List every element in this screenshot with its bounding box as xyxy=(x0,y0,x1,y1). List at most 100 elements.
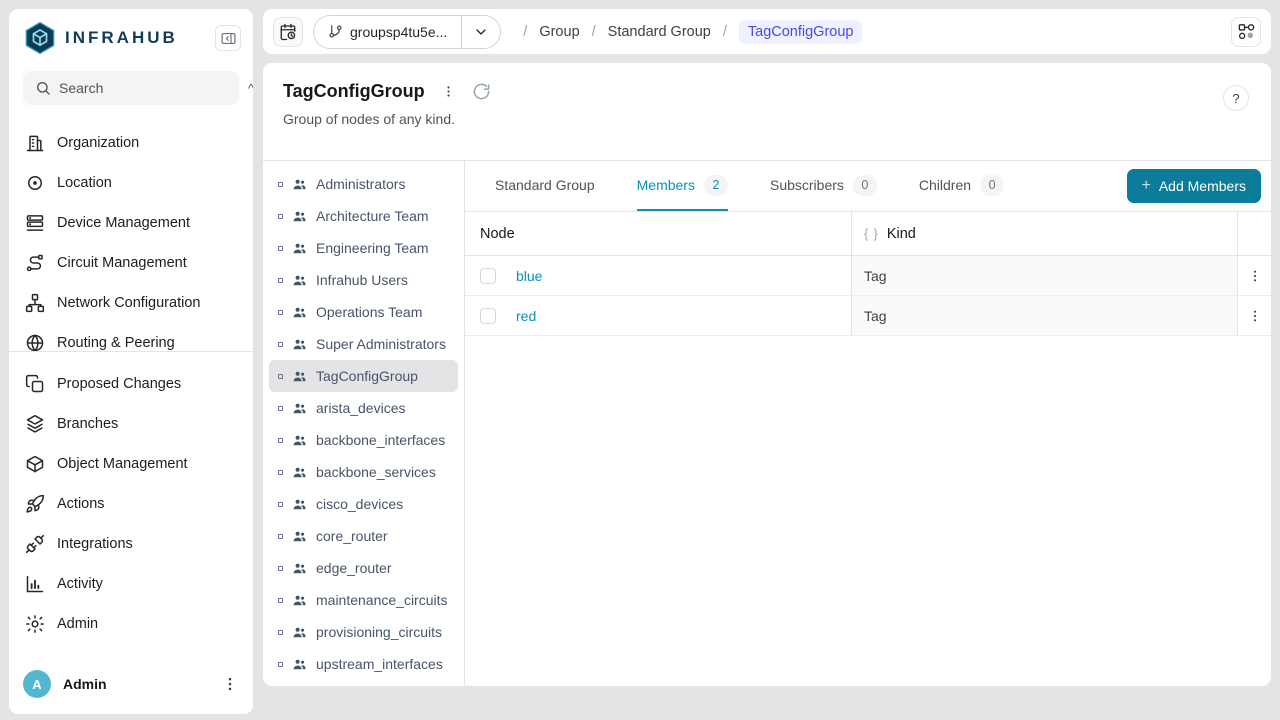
sidebar-item-network-configuration[interactable]: Network Configuration xyxy=(17,283,245,323)
sidebar-item-admin[interactable]: Admin xyxy=(17,604,245,644)
bullet-icon xyxy=(278,661,283,667)
group-list-item-selected[interactable]: TagConfigGroup xyxy=(269,360,458,392)
sidebar-item-actions[interactable]: Actions xyxy=(17,484,245,524)
breadcrumb-separator: / xyxy=(523,23,528,40)
nav-label: Location xyxy=(57,175,112,191)
tab-subscribers[interactable]: Subscribers 0 xyxy=(770,161,877,211)
group-list-item[interactable]: arista_devices xyxy=(269,392,458,424)
nav-label: Activity xyxy=(57,576,103,592)
sidebar-item-integrations[interactable]: Integrations xyxy=(17,524,245,564)
users-icon xyxy=(292,337,307,352)
top-bar: groupsp4tu5e... / Group / Standard Group… xyxy=(262,8,1272,55)
content-panel: Standard Group Members 2 Subscribers 0 C… xyxy=(465,161,1271,686)
row-checkbox[interactable] xyxy=(480,307,496,324)
add-members-button[interactable]: + Add Members xyxy=(1126,169,1261,203)
sidebar-item-device-management[interactable]: Device Management xyxy=(17,203,245,243)
nav-label: Circuit Management xyxy=(57,255,187,271)
bullet-icon xyxy=(278,533,283,539)
users-icon xyxy=(292,625,307,640)
kebab-icon xyxy=(1247,308,1263,324)
breadcrumb-item-standard-group[interactable]: Standard Group xyxy=(608,24,711,40)
bullet-icon xyxy=(278,341,283,347)
tab-children[interactable]: Children 0 xyxy=(918,161,1005,211)
nav-label: Branches xyxy=(57,416,119,432)
branch-selector: groupsp4tu5e... xyxy=(313,14,502,49)
sidebar-item-object-management[interactable]: Object Management xyxy=(17,444,245,484)
table-row: red Tag xyxy=(465,296,1271,336)
chevron-down-icon xyxy=(473,24,489,40)
tab-label: Members xyxy=(636,177,695,193)
breadcrumb-item-group[interactable]: Group xyxy=(539,24,579,40)
group-list-item[interactable]: edge_router xyxy=(269,552,458,584)
user-kebab-button[interactable] xyxy=(221,675,239,693)
group-list-item[interactable]: backbone_services xyxy=(269,456,458,488)
group-list-item[interactable]: Operations Team xyxy=(269,296,458,328)
tab-members[interactable]: Members 2 xyxy=(636,161,728,211)
group-list-item[interactable]: Infrahub Users xyxy=(269,264,458,296)
node-link[interactable]: red xyxy=(516,308,536,324)
row-kebab-button[interactable] xyxy=(1247,268,1263,284)
group-list-item[interactable]: provisioning_circuits xyxy=(269,616,458,648)
sidebar-item-location[interactable]: Location xyxy=(17,163,245,203)
groups-list-panel: Administrators Architecture Team Enginee… xyxy=(263,161,465,686)
sidebar-item-organization[interactable]: Organization xyxy=(17,123,245,163)
group-list-item[interactable]: upstream_interfaces xyxy=(269,648,458,680)
breadcrumb: / Group / Standard Group / TagConfigGrou… xyxy=(523,19,863,44)
group-list-item[interactable]: core_router xyxy=(269,520,458,552)
refresh-button[interactable] xyxy=(472,82,491,101)
sidebar-nav-primary: Organization Location Device Management … xyxy=(9,123,253,351)
tab-badge: 2 xyxy=(703,174,728,196)
nav-label: Actions xyxy=(57,496,105,512)
tab-badge: 0 xyxy=(980,174,1005,196)
sidebar-collapse-button[interactable] xyxy=(215,25,241,51)
branch-selector-main[interactable]: groupsp4tu5e... xyxy=(314,16,461,48)
schema-button[interactable] xyxy=(1231,16,1261,47)
main-panel: TagConfigGroup Group of nodes of any kin… xyxy=(262,62,1272,687)
group-list-item[interactable]: cisco_devices xyxy=(269,488,458,520)
row-checkbox[interactable] xyxy=(480,267,496,284)
sidebar-item-activity[interactable]: Activity xyxy=(17,564,245,604)
tab-standard-group[interactable]: Standard Group xyxy=(495,161,595,211)
search-box[interactable]: ^K xyxy=(23,71,253,105)
rocket-icon xyxy=(25,494,45,514)
users-icon xyxy=(292,561,307,576)
kebab-icon xyxy=(441,84,456,99)
add-members-label: Add Members xyxy=(1158,178,1246,194)
kebab-icon xyxy=(1247,268,1263,284)
group-list-item[interactable]: maintenance_circuits xyxy=(269,584,458,616)
plus-icon: + xyxy=(1141,177,1151,194)
git-branch-icon xyxy=(328,24,343,39)
timeline-button[interactable] xyxy=(273,16,303,47)
breadcrumb-item-current[interactable]: TagConfigGroup xyxy=(738,19,863,44)
node-link[interactable]: blue xyxy=(516,268,542,284)
breadcrumb-separator: / xyxy=(591,23,596,40)
tab-label: Children xyxy=(918,177,972,193)
sidebar-item-branches[interactable]: Branches xyxy=(17,404,245,444)
branch-name: groupsp4tu5e... xyxy=(350,23,448,40)
search-input[interactable] xyxy=(59,80,240,96)
group-list-item[interactable]: Administrators xyxy=(269,168,458,200)
tab-badge: 0 xyxy=(852,174,877,196)
calendar-clock-icon xyxy=(279,23,297,41)
object-header: TagConfigGroup Group of nodes of any kin… xyxy=(263,63,1271,161)
page-title: TagConfigGroup xyxy=(283,81,425,101)
help-button[interactable]: ? xyxy=(1223,85,1249,111)
group-list-item[interactable]: Engineering Team xyxy=(269,232,458,264)
nav-label: Organization xyxy=(57,135,140,151)
sidebar-item-proposed-changes[interactable]: Proposed Changes xyxy=(17,364,245,404)
branch-dropdown-button[interactable] xyxy=(462,16,500,48)
layers-icon xyxy=(25,414,45,434)
tab-label: Standard Group xyxy=(495,177,595,193)
row-kebab-button[interactable] xyxy=(1247,308,1263,324)
breadcrumb-separator: / xyxy=(722,23,727,40)
user-name: Admin xyxy=(63,676,107,692)
sidebar-item-routing-peering[interactable]: Routing & Peering xyxy=(17,323,245,351)
user-menu[interactable]: A Admin xyxy=(9,658,253,714)
group-list-item[interactable]: backbone_interfaces xyxy=(269,424,458,456)
box-icon xyxy=(25,454,45,474)
title-kebab-button[interactable] xyxy=(441,84,456,99)
sidebar-item-circuit-management[interactable]: Circuit Management xyxy=(17,243,245,283)
group-list-item[interactable]: Architecture Team xyxy=(269,200,458,232)
users-icon xyxy=(292,305,307,320)
group-list-item[interactable]: Super Administrators xyxy=(269,328,458,360)
